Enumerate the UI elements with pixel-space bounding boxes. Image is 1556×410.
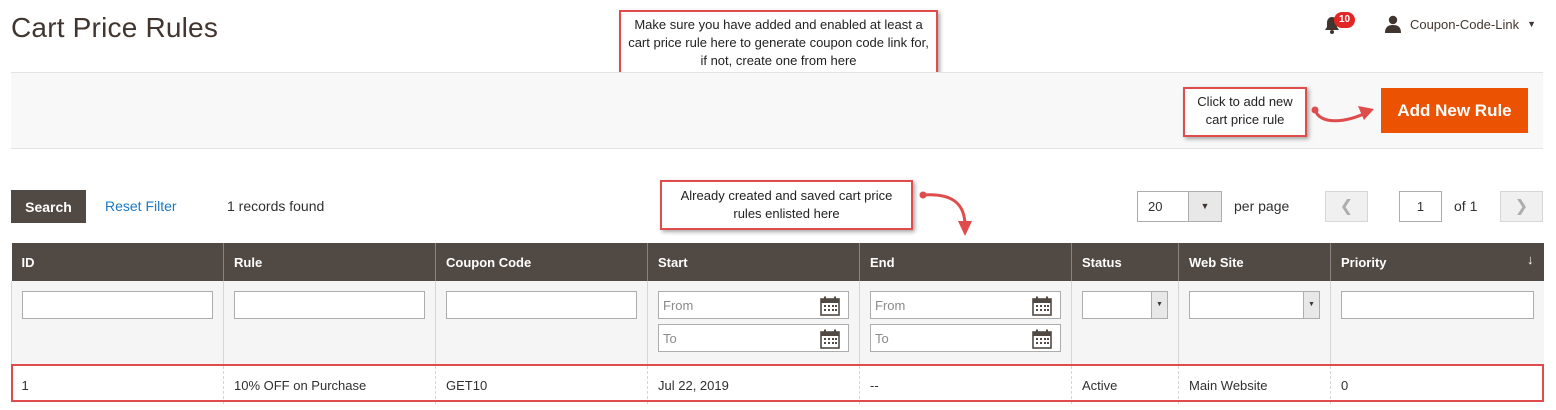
callout-list: Already created and saved cart price rul… bbox=[660, 180, 913, 230]
calendar-icon[interactable] bbox=[1032, 296, 1052, 316]
calendar-icon[interactable] bbox=[1032, 329, 1052, 349]
callout-arrow-list bbox=[919, 191, 972, 236]
user-name: Coupon-Code-Link bbox=[1409, 16, 1520, 32]
chevron-down-icon: ▼ bbox=[1151, 292, 1167, 318]
reset-filter-link[interactable]: Reset Filter bbox=[105, 198, 177, 214]
cell-priority: 0 bbox=[1330, 366, 1544, 404]
filter-cell-rule bbox=[223, 281, 436, 366]
chevron-down-icon: ▼ bbox=[1188, 192, 1221, 221]
column-header-id[interactable]: ID bbox=[11, 243, 224, 281]
per-page-label: per page bbox=[1234, 198, 1290, 214]
filter-cell-id bbox=[11, 281, 224, 366]
add-new-rule-button[interactable]: Add New Rule bbox=[1381, 88, 1528, 133]
notifications-count-badge: 10 bbox=[1333, 12, 1356, 28]
coupon-code-filter-input[interactable] bbox=[446, 291, 637, 319]
column-header-coupon-code[interactable]: Coupon Code bbox=[435, 243, 648, 281]
filter-row: From To From To ▼ ▼ bbox=[11, 281, 1544, 366]
rule-filter-input[interactable] bbox=[234, 291, 425, 319]
column-header-priority-label: Priority bbox=[1341, 254, 1387, 270]
column-header-priority[interactable]: Priority ↓ bbox=[1330, 243, 1544, 281]
end-to-placeholder: To bbox=[875, 331, 889, 346]
start-from-date-input[interactable]: From bbox=[658, 291, 849, 319]
per-page-select[interactable]: 20 ▼ bbox=[1137, 191, 1222, 222]
callout-top: Make sure you have added and enabled at … bbox=[619, 10, 938, 78]
chevron-down-icon: ▼ bbox=[1527, 19, 1536, 29]
start-to-date-input[interactable]: To bbox=[658, 324, 849, 352]
cell-rule: 10% OFF on Purchase bbox=[223, 366, 436, 404]
start-from-placeholder: From bbox=[663, 298, 694, 313]
callout-arrow-add-rule bbox=[1311, 106, 1374, 123]
column-header-end[interactable]: End bbox=[859, 243, 1072, 281]
column-header-web-site[interactable]: Web Site bbox=[1178, 243, 1331, 281]
end-from-date-input[interactable]: From bbox=[870, 291, 1061, 319]
sort-arrow-icon: ↓ bbox=[1527, 252, 1534, 267]
search-button[interactable]: Search bbox=[11, 190, 86, 223]
calendar-icon[interactable] bbox=[820, 329, 840, 349]
next-page-button[interactable]: ❯ bbox=[1500, 191, 1543, 222]
web-site-filter-select[interactable]: ▼ bbox=[1189, 291, 1320, 319]
column-header-start[interactable]: Start bbox=[647, 243, 860, 281]
filter-cell-web-site: ▼ bbox=[1178, 281, 1331, 366]
cell-end: -- bbox=[859, 366, 1072, 404]
cell-start: Jul 22, 2019 bbox=[647, 366, 860, 404]
callout-add-rule: Click to add new cart price rule bbox=[1183, 87, 1307, 137]
filter-cell-status: ▼ bbox=[1071, 281, 1179, 366]
cell-id: 1 bbox=[21, 377, 29, 393]
cell-web-site: Main Website bbox=[1178, 366, 1331, 404]
table-row[interactable]: 1 10% OFF on Purchase GET10 Jul 22, 2019… bbox=[12, 366, 1544, 404]
end-to-date-input[interactable]: To bbox=[870, 324, 1061, 352]
column-header-rule[interactable]: Rule bbox=[223, 243, 436, 281]
arrow-right-icon: ❯ bbox=[1514, 198, 1529, 215]
page-title: Cart Price Rules bbox=[11, 12, 219, 43]
previous-page-button[interactable]: ❮ bbox=[1325, 191, 1368, 222]
page-count: of 1 bbox=[1454, 198, 1478, 214]
cell-coupon-code: GET10 bbox=[435, 366, 648, 404]
page-number-input[interactable]: 1 bbox=[1399, 191, 1442, 222]
arrow-left-icon: ❮ bbox=[1339, 198, 1354, 215]
status-filter-select[interactable]: ▼ bbox=[1082, 291, 1168, 319]
filter-cell-priority bbox=[1330, 281, 1544, 366]
filter-cell-coupon-code bbox=[435, 281, 648, 366]
notifications[interactable]: 10 bbox=[1322, 12, 1356, 36]
chevron-down-icon: ▼ bbox=[1303, 292, 1319, 318]
priority-filter-input[interactable] bbox=[1341, 291, 1534, 319]
id-filter-input[interactable] bbox=[22, 291, 213, 319]
records-found: 1 records found bbox=[227, 198, 325, 214]
end-from-placeholder: From bbox=[875, 298, 906, 313]
user-menu[interactable]: Coupon-Code-Link ▼ bbox=[1384, 15, 1536, 33]
per-page-value: 20 bbox=[1148, 199, 1163, 214]
filter-cell-end: From To bbox=[859, 281, 1072, 366]
calendar-icon[interactable] bbox=[820, 296, 840, 316]
filter-cell-start: From To bbox=[647, 281, 860, 366]
user-icon bbox=[1384, 15, 1401, 33]
header-actions: 10 Coupon-Code-Link ▼ bbox=[1322, 12, 1536, 36]
cart-price-rules-grid: ID Rule Coupon Code Start End Status Web… bbox=[11, 243, 1544, 404]
column-header-status[interactable]: Status bbox=[1071, 243, 1179, 281]
start-to-placeholder: To bbox=[663, 331, 677, 346]
cell-status: Active bbox=[1071, 366, 1179, 404]
